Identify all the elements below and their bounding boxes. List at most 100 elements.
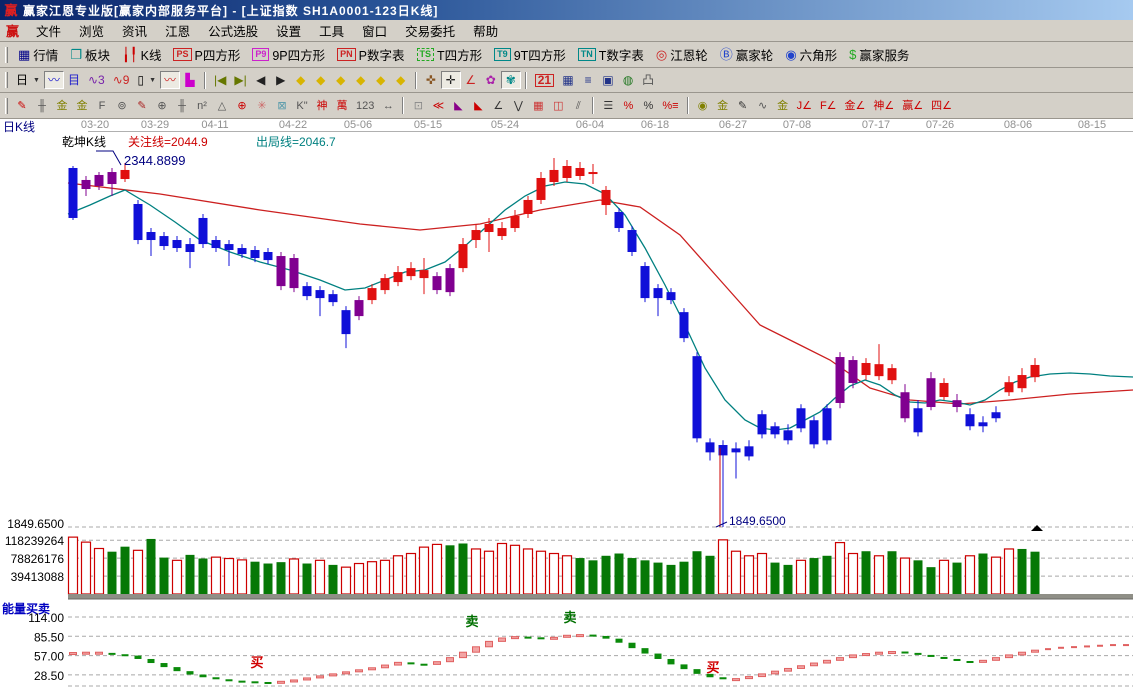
target-icon[interactable]: ⊕ xyxy=(232,97,252,115)
angle-four-icon[interactable]: 四∠ xyxy=(927,97,956,115)
info-doc-icon[interactable]: 目 xyxy=(64,71,84,89)
pencil-lines-icon[interactable]: ✎ xyxy=(733,97,753,115)
chart-canvas[interactable]: 03-20 03-29 04-11 04-22 05-06 05-15 05-24 06-04… xyxy=(0,119,1133,687)
kline-button[interactable]: ╽╿ K线 xyxy=(116,43,168,66)
n-square-icon[interactable]: n² xyxy=(192,97,212,115)
volume-bar-up xyxy=(418,546,430,595)
diamond-shrink-button[interactable]: ◆ xyxy=(351,71,371,89)
star-web-icon[interactable]: ✳ xyxy=(252,97,272,115)
fan-purple-icon[interactable]: ◣ xyxy=(448,97,468,115)
angle-gold-icon[interactable]: 金∠ xyxy=(841,97,870,115)
quotes-button[interactable]: ▦ 行情 xyxy=(12,43,64,66)
diamond-left-button[interactable]: ◆ xyxy=(291,71,311,89)
period-day-dropdown[interactable]: 日 ▼ xyxy=(12,71,44,89)
angle-f-icon[interactable]: F∠ xyxy=(816,97,841,115)
menu-window[interactable]: 窗口 xyxy=(353,19,396,42)
last-page-button[interactable]: ▶| xyxy=(230,71,250,89)
diamond-split-h-button[interactable]: ◆ xyxy=(371,71,391,89)
box-measure-icon[interactable]: ⊡ xyxy=(408,97,428,115)
wave-a-icon: ∿ xyxy=(757,99,768,112)
menu-file[interactable]: 文件 xyxy=(27,19,70,42)
diamond-split-v-button[interactable]: ◆ xyxy=(391,71,411,89)
next-button[interactable]: ▶ xyxy=(271,71,291,89)
shen-grid-icon[interactable]: 神 xyxy=(312,97,332,115)
menu-gann[interactable]: 江恩 xyxy=(156,19,199,42)
p-square-button[interactable]: PS P四方形 xyxy=(167,43,246,66)
parallel-lines-icon[interactable]: ⫽ xyxy=(568,97,588,115)
gold-lines-icon[interactable]: 金 xyxy=(713,97,733,115)
crosshair-tool-button[interactable]: ✛ xyxy=(440,71,461,89)
h-measure-icon[interactable]: ↔ xyxy=(378,97,398,115)
angle-j-icon[interactable]: J∠ xyxy=(793,97,816,115)
winner-wheel-button[interactable]: Ⓑ 赢家轮 xyxy=(714,43,780,66)
menu-browse[interactable]: 浏览 xyxy=(70,19,113,42)
pencil-chart-icon[interactable]: ✎ xyxy=(132,97,152,115)
menu-settings[interactable]: 设置 xyxy=(267,19,310,42)
wan-grid-icon[interactable]: 萬 xyxy=(332,97,352,115)
t9-square-button[interactable]: T9 9T四方形 xyxy=(488,43,572,66)
winner-service-button[interactable]: $ 赢家服务 xyxy=(843,43,915,66)
percent-lines-icon[interactable]: ☰ xyxy=(598,97,618,115)
calculator-button[interactable]: ▦ xyxy=(558,71,578,89)
p-number-table-button[interactable]: PN P数字表 xyxy=(331,43,410,66)
wave-a-icon[interactable]: ∿ xyxy=(753,97,773,115)
rays-icon[interactable]: ≪ xyxy=(428,97,448,115)
gold-circle-icon[interactable]: ◉ xyxy=(693,97,713,115)
k-quote-icon[interactable]: K" xyxy=(292,97,312,115)
first-page-button[interactable]: |◀ xyxy=(210,71,230,89)
notes-button[interactable]: ≡ xyxy=(578,71,598,89)
zigzag-red-icon[interactable]: 〰 xyxy=(160,71,181,89)
fan-red-icon[interactable]: ◣ xyxy=(468,97,488,115)
percent-levels-icon[interactable]: %≡ xyxy=(658,97,682,115)
save-button[interactable]: ▣ xyxy=(598,71,618,89)
export-web-button[interactable]: ◍ xyxy=(618,71,638,89)
print-button[interactable]: 凸 xyxy=(638,71,658,89)
angle-rays-icon[interactable]: ∠ xyxy=(488,97,508,115)
percent-icon[interactable]: % xyxy=(638,97,658,115)
red-grid-icon[interactable]: ▦ xyxy=(528,97,548,115)
gann-wheel-button[interactable]: ◎ 江恩轮 xyxy=(650,43,714,66)
compass-icon[interactable]: △ xyxy=(212,97,232,115)
percent-red-icon[interactable]: % xyxy=(618,97,638,115)
menu-formula-pick[interactable]: 公式选股 xyxy=(199,19,267,42)
sectors-button[interactable]: ❒ 板块 xyxy=(64,43,116,66)
calendar-21-button[interactable]: 21 xyxy=(531,72,558,89)
gann-flower-tool-button[interactable]: ✿ xyxy=(481,71,501,89)
candle-style-dropdown[interactable]: ▯ ▼ xyxy=(133,71,160,89)
wave3-icon[interactable]: ∿3 xyxy=(84,71,109,89)
spiral-icon[interactable]: ⊚ xyxy=(112,97,132,115)
wave9-icon[interactable]: ∿9 xyxy=(109,71,134,89)
zigzag-v-icon[interactable]: ⋁ xyxy=(508,97,528,115)
grid2-icon[interactable]: ╫ xyxy=(172,97,192,115)
brain-tool-button[interactable]: ✾ xyxy=(500,71,521,89)
gold-grid-icon[interactable]: 金 xyxy=(52,97,72,115)
hand-tool-button[interactable]: ✜ xyxy=(421,71,441,89)
grid-icon[interactable]: ╫ xyxy=(32,97,52,115)
pencil-red-icon[interactable]: ✎ xyxy=(12,97,32,115)
diamond-right-button[interactable]: ◆ xyxy=(311,71,331,89)
prev-button[interactable]: ◀ xyxy=(251,71,271,89)
t-number-table-button[interactable]: TN T数字表 xyxy=(572,43,650,66)
f-grid-icon[interactable]: F xyxy=(92,97,112,115)
p9-square-button[interactable]: P9 9P四方形 xyxy=(246,43,331,66)
candle-body xyxy=(744,446,754,457)
box-web-icon[interactable]: ⊠ xyxy=(272,97,292,115)
angle-line-tool-button[interactable]: ∠ xyxy=(461,71,481,89)
menu-tools[interactable]: 工具 xyxy=(310,19,353,42)
gold-grid2-icon[interactable]: 金 xyxy=(72,97,92,115)
histogram-color-icon[interactable]: ▙ xyxy=(180,71,200,89)
zigzag-blue-icon[interactable]: 〰 xyxy=(43,71,64,89)
angle-shen-icon[interactable]: 神∠ xyxy=(869,97,898,115)
hexagon-button[interactable]: ◉ 六角形 xyxy=(779,43,843,66)
abacus-icon[interactable]: 123 xyxy=(352,97,378,115)
angle-win-icon[interactable]: 赢∠ xyxy=(898,97,927,115)
circle-arrows-icon[interactable]: ⊕ xyxy=(152,97,172,115)
ma-fast-line xyxy=(67,181,1133,431)
red-grid2-icon[interactable]: ◫ xyxy=(548,97,568,115)
diamond-expand-button[interactable]: ◆ xyxy=(331,71,351,89)
menu-info[interactable]: 资讯 xyxy=(113,19,156,42)
t-square-button[interactable]: TS T四方形 xyxy=(411,43,489,66)
gold-underline-icon[interactable]: 金 xyxy=(773,97,793,115)
menu-trade[interactable]: 交易委托 xyxy=(396,19,464,42)
menu-help[interactable]: 帮助 xyxy=(464,19,507,42)
